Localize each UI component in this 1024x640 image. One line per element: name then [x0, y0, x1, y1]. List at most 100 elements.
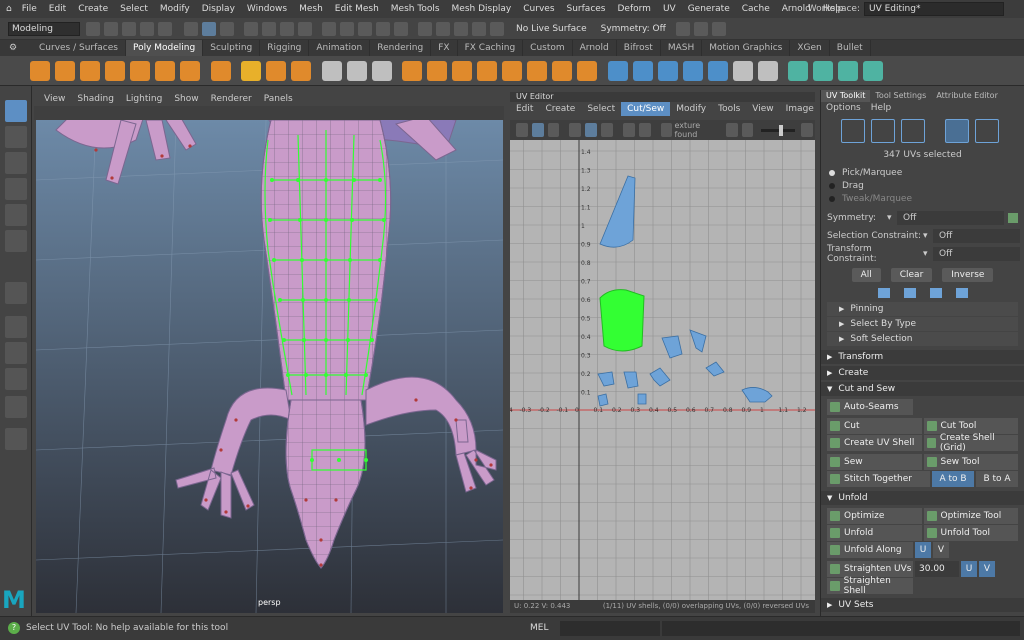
poly-torus-icon[interactable] [130, 60, 150, 81]
tab-arnold[interactable]: Arnold [573, 40, 617, 56]
workspace-dropdown[interactable]: UV Editing* [864, 2, 1004, 16]
tweak-marquee-option[interactable]: Tweak/Marquee [821, 192, 1024, 205]
uv-border-icon[interactable] [601, 123, 613, 137]
tab-xgen[interactable]: XGen [790, 40, 830, 56]
tab-motion-graphics[interactable]: Motion Graphics [702, 40, 791, 56]
type-tool-icon[interactable] [266, 60, 286, 81]
tab-curves-surfaces[interactable]: Curves / Surfaces [32, 40, 126, 56]
optimize-tool-button[interactable]: Optimize Tool [923, 508, 1018, 524]
select-shell-border-icon[interactable] [929, 288, 942, 298]
platonic-solid-icon[interactable] [210, 60, 231, 81]
append-polygon-icon[interactable] [757, 60, 778, 81]
tab-bullet[interactable]: Bullet [830, 40, 871, 56]
uv-exposure-icon[interactable] [725, 123, 738, 137]
menuset-dropdown[interactable]: Modeling [8, 21, 80, 36]
vertex-mode-icon[interactable] [841, 119, 865, 143]
menu-generate[interactable]: Generate [682, 0, 736, 18]
uv-menu-modify[interactable]: Modify [670, 102, 712, 116]
multi-cut-icon[interactable] [607, 60, 628, 81]
snap-view-icon[interactable] [376, 21, 390, 36]
home-icon[interactable]: ⌂ [0, 0, 16, 18]
uv-menu-tools[interactable]: Tools [712, 102, 746, 116]
modeling-toolkit-icon[interactable] [711, 21, 726, 36]
lasso-tool-icon[interactable] [5, 126, 27, 148]
uv-grid-toggle-icon[interactable] [622, 123, 635, 137]
select-component-icon[interactable] [202, 21, 216, 36]
shrink-selection-icon[interactable] [903, 288, 916, 298]
poly-cylinder-icon[interactable] [80, 60, 100, 81]
menu-deform[interactable]: Deform [612, 0, 657, 18]
live-surface-field[interactable]: No Live Surface [512, 24, 591, 34]
planar-uv-icon[interactable] [788, 60, 808, 81]
poly-disc-icon[interactable] [180, 60, 200, 81]
create-shell-grid-button[interactable]: Create Shell (Grid) [923, 433, 1018, 453]
transform-constraint-value[interactable]: Off [933, 247, 1020, 261]
pick-marquee-option[interactable]: Pick/Marquee [821, 166, 1024, 179]
tab-bifrost[interactable]: Bifrost [617, 40, 661, 56]
redo-icon[interactable] [158, 21, 172, 36]
uv-texture-icon[interactable] [547, 123, 560, 137]
cut-button[interactable]: Cut [827, 418, 922, 434]
tab-rendering[interactable]: Rendering [370, 40, 432, 56]
unfold-button[interactable]: Unfold [827, 525, 922, 541]
bridge-icon[interactable] [552, 60, 572, 81]
mel-label[interactable]: MEL [530, 623, 548, 633]
pick-marquee-radio[interactable] [829, 169, 835, 176]
menu-modify[interactable]: Modify [154, 0, 196, 18]
connect-icon[interactable] [657, 60, 678, 81]
menu-curves[interactable]: Curves [517, 0, 560, 18]
selection-constraint-arrow[interactable]: ▾ [923, 231, 933, 241]
menu-mesh-display[interactable]: Mesh Display [446, 0, 518, 18]
drag-radio[interactable] [829, 182, 835, 189]
transform-section[interactable]: ▶ Transform [821, 350, 1024, 364]
optimize-button[interactable]: Optimize [827, 508, 922, 524]
cylindrical-uv-icon[interactable] [838, 60, 858, 81]
clear-selection-button[interactable]: Clear [890, 268, 933, 282]
mirror-icon[interactable] [321, 60, 342, 81]
menu-file[interactable]: File [16, 0, 43, 18]
symmetry-dropdown-arrow[interactable]: ▾ [887, 213, 897, 223]
straighten-angle-input[interactable]: 30.00 [915, 561, 959, 577]
grow-selection-icon[interactable] [877, 288, 890, 298]
ipr-render-icon[interactable] [454, 21, 468, 36]
toolkit-menu-help[interactable]: Help [866, 102, 897, 114]
tab-attribute-editor[interactable]: Attribute Editor [931, 90, 1003, 102]
poly-plane-icon[interactable] [155, 60, 175, 81]
outliner-icon[interactable] [5, 396, 27, 418]
select-object-icon[interactable] [220, 21, 234, 36]
separate-icon[interactable] [371, 60, 392, 81]
sew-tool-button[interactable]: Sew Tool [923, 454, 1018, 470]
tab-mash[interactable]: MASH [661, 40, 703, 56]
uv-menu-edit[interactable]: Edit [510, 102, 539, 116]
selection-constraint-value[interactable]: Off [933, 229, 1020, 243]
uv-distortion-icon[interactable] [585, 123, 598, 137]
poly-cone-icon[interactable] [105, 60, 125, 81]
menu-edit-mesh[interactable]: Edit Mesh [329, 0, 385, 18]
mel-command-input[interactable] [560, 621, 660, 636]
tab-poly-modeling[interactable]: Poly Modeling [125, 40, 204, 56]
edge-mode-icon[interactable] [871, 119, 895, 143]
tab-custom[interactable]: Custom [523, 40, 573, 56]
scale-tool-icon[interactable] [5, 230, 27, 252]
b-to-a-button[interactable]: B to A [976, 471, 1018, 487]
fill-hole-icon[interactable] [732, 60, 753, 81]
move-tool-icon[interactable] [5, 178, 27, 200]
render-frame-icon[interactable] [418, 21, 432, 36]
uv-editor-canvas[interactable]: 1.4 1.3 1.2 1.1 1 0.9 0.8 0.7 0.6 0.5 0.4 0.3 0.2 0.1… [510, 140, 815, 600]
unfold-along-v-button[interactable]: V [933, 542, 949, 558]
new-scene-icon[interactable] [86, 21, 100, 36]
save-scene-icon[interactable] [122, 21, 136, 36]
menu-mesh-tools[interactable]: Mesh Tools [385, 0, 446, 18]
axis-icon[interactable] [5, 282, 27, 304]
tweak-marquee-radio[interactable] [829, 195, 835, 202]
straighten-uvs-button[interactable]: Straighten UVs [827, 561, 913, 577]
menu-select[interactable]: Select [114, 0, 154, 18]
tab-fx[interactable]: FX [431, 40, 458, 56]
sweep-mesh-icon[interactable] [241, 60, 261, 81]
select-by-type-section[interactable]: ▶ Select By Type [827, 317, 1018, 331]
cut-tool-button[interactable]: Cut Tool [923, 418, 1018, 434]
insert-edge-loop-icon[interactable] [707, 60, 728, 81]
render-settings-icon[interactable] [472, 21, 486, 36]
reduce-icon[interactable] [452, 60, 472, 81]
drag-option[interactable]: Drag [821, 179, 1024, 192]
